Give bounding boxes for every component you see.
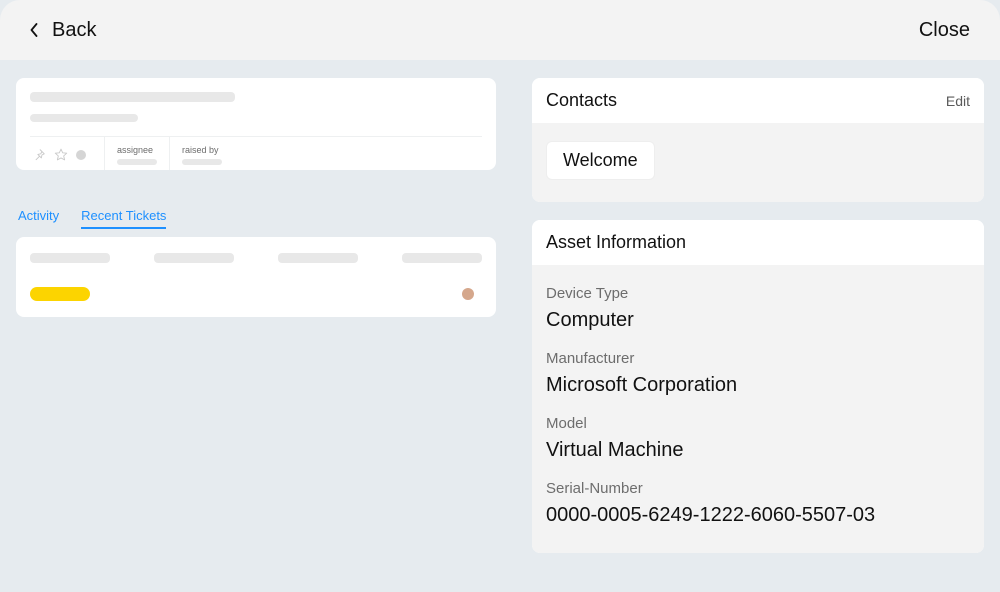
info-value: Computer [546, 308, 970, 332]
page: Back Close [0, 0, 1000, 592]
ticket-footer-icons [30, 137, 105, 170]
asset-info-section: Asset Information Device Type Computer M… [532, 220, 984, 553]
raised-by-label: raised by [182, 145, 222, 155]
tab-activity[interactable]: Activity [18, 208, 59, 229]
back-button[interactable]: Back [30, 19, 96, 42]
tab-recent-tickets[interactable]: Recent Tickets [81, 208, 166, 229]
contact-chip[interactable]: Welcome [546, 141, 655, 180]
status-badge [30, 287, 90, 301]
back-label: Back [52, 19, 96, 42]
recent-tickets-card [16, 237, 496, 317]
asset-info-body: Device Type Computer Manufacturer Micros… [532, 265, 984, 553]
chevron-left-icon [30, 23, 38, 37]
assignee-cell[interactable]: assignee [105, 137, 170, 170]
info-item-device-type: Device Type Computer [546, 273, 970, 338]
info-label: Manufacturer [546, 350, 970, 367]
col-skeleton [402, 253, 482, 263]
skeleton-title [30, 92, 235, 102]
ticket-footer: assignee raised by [30, 136, 482, 170]
info-value: Virtual Machine [546, 438, 970, 462]
content: assignee raised by Activity Recent Ticke… [0, 60, 1000, 592]
pin-icon[interactable] [32, 148, 46, 162]
raised-by-cell[interactable]: raised by [170, 137, 234, 170]
info-label: Serial-Number [546, 480, 970, 497]
table-header-row [30, 253, 482, 263]
table-row[interactable] [30, 287, 482, 301]
col-skeleton [154, 253, 234, 263]
skeleton-subtitle [30, 114, 138, 122]
contacts-body: Welcome [532, 123, 984, 202]
info-value: Microsoft Corporation [546, 373, 970, 397]
assignee-skeleton [117, 159, 157, 165]
info-value: 0000-0005-6249-1222-6060-5507-03 [546, 503, 970, 527]
edit-contacts-button[interactable]: Edit [946, 93, 970, 109]
info-item-serial: Serial-Number 0000-0005-6249-1222-6060-5… [546, 468, 970, 533]
contacts-header: Contacts Edit [532, 78, 984, 123]
left-column: assignee raised by Activity Recent Ticke… [16, 78, 496, 592]
raised-by-skeleton [182, 159, 222, 165]
contacts-title: Contacts [546, 90, 617, 111]
info-item-model: Model Virtual Machine [546, 403, 970, 468]
info-item-manufacturer: Manufacturer Microsoft Corporation [546, 338, 970, 403]
close-button[interactable]: Close [919, 19, 970, 42]
tabs: Activity Recent Tickets [16, 208, 496, 229]
info-label: Device Type [546, 285, 970, 302]
topbar: Back Close [0, 0, 1000, 60]
assignee-label: assignee [117, 145, 157, 155]
contacts-section: Contacts Edit Welcome [532, 78, 984, 202]
avatar [462, 288, 474, 300]
asset-info-title: Asset Information [546, 232, 686, 253]
col-skeleton [278, 253, 358, 263]
info-label: Model [546, 415, 970, 432]
col-skeleton [30, 253, 110, 263]
right-column: Contacts Edit Welcome Asset Information … [532, 78, 984, 592]
status-dot-icon [76, 150, 86, 160]
star-icon[interactable] [54, 148, 68, 162]
close-label: Close [919, 19, 970, 41]
ticket-card: assignee raised by [16, 78, 496, 170]
asset-info-header: Asset Information [532, 220, 984, 265]
